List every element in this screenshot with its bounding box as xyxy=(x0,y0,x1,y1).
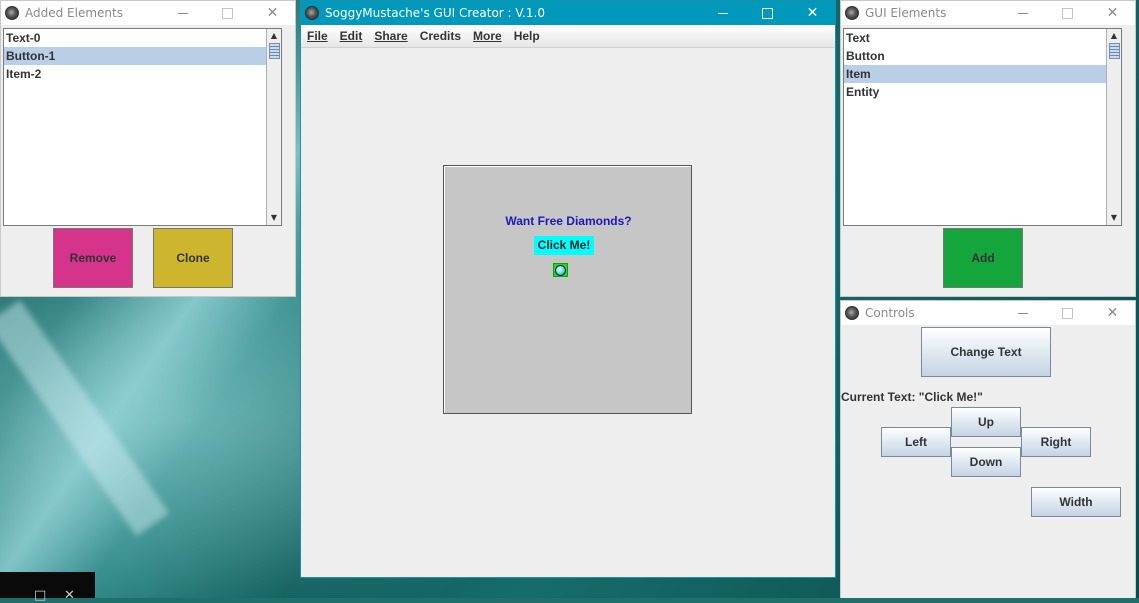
close-icon: ✕ xyxy=(64,588,75,603)
maximize-button[interactable] xyxy=(745,1,790,25)
vertical-scrollbar[interactable]: ▲ ▼ xyxy=(1106,29,1121,225)
list-item[interactable]: Text-0 xyxy=(4,29,281,47)
close-button[interactable]: ✕ xyxy=(790,1,835,25)
current-text-label: Current Text: "Click Me!" xyxy=(841,390,983,404)
main-window: SoggyMustache's GUI Creator : V.1.0 ✕ Fi… xyxy=(300,0,836,578)
width-button[interactable]: Width xyxy=(1031,487,1121,517)
right-button[interactable]: Right xyxy=(1021,427,1091,457)
gui-elements-window: GUI Elements ✕ Text Button Item Entity ▲… xyxy=(840,0,1136,297)
gui-preview-canvas[interactable]: Want Free Diamonds? Click Me! xyxy=(443,165,692,414)
scroll-up-icon[interactable]: ▲ xyxy=(267,29,281,43)
added-elements-titlebar[interactable]: Added Elements ✕ xyxy=(1,1,295,25)
change-text-button[interactable]: Change Text xyxy=(921,327,1051,377)
vertical-scrollbar[interactable]: ▲ ▼ xyxy=(266,29,281,225)
maximize-button[interactable] xyxy=(1045,1,1090,25)
remove-button[interactable]: Remove xyxy=(53,228,133,288)
menu-bar: File Edit Share Credits More Help xyxy=(301,25,835,48)
taskbar-fragment: □ ✕ xyxy=(0,572,95,603)
list-item[interactable]: Entity xyxy=(844,83,1121,101)
up-button[interactable]: Up xyxy=(951,407,1021,437)
app-icon xyxy=(845,306,859,320)
scroll-down-icon[interactable]: ▼ xyxy=(1107,211,1121,225)
app-icon xyxy=(845,6,859,20)
preview-item-slot[interactable] xyxy=(553,263,568,277)
menu-file[interactable]: File xyxy=(301,29,334,43)
window-title: GUI Elements xyxy=(865,6,947,20)
add-button[interactable]: Add xyxy=(943,228,1023,288)
window-title: SoggyMustache's GUI Creator : V.1.0 xyxy=(325,6,545,20)
minimize-button[interactable] xyxy=(160,1,205,25)
list-item[interactable]: Item-2 xyxy=(4,65,281,83)
wallpaper-highlight xyxy=(0,300,170,536)
gui-elements-list[interactable]: Text Button Item Entity ▲ ▼ xyxy=(843,28,1122,226)
menu-credits[interactable]: Credits xyxy=(414,29,467,43)
window-title: Controls xyxy=(865,306,915,320)
preview-heading-text[interactable]: Want Free Diamonds? xyxy=(444,214,693,228)
gui-elements-titlebar[interactable]: GUI Elements ✕ xyxy=(841,1,1135,25)
maximize-button[interactable] xyxy=(1045,301,1090,325)
list-item[interactable]: Button xyxy=(844,47,1121,65)
scroll-up-icon[interactable]: ▲ xyxy=(1107,29,1121,43)
window-title: Added Elements xyxy=(25,6,123,20)
list-item[interactable]: Text xyxy=(844,29,1121,47)
scroll-thumb[interactable] xyxy=(269,43,280,59)
minimize-button[interactable] xyxy=(700,1,745,25)
down-button[interactable]: Down xyxy=(951,447,1021,477)
menu-help[interactable]: Help xyxy=(508,29,546,43)
app-icon xyxy=(5,6,19,20)
scroll-thumb[interactable] xyxy=(1109,43,1120,59)
menu-edit[interactable]: Edit xyxy=(334,29,369,43)
app-icon xyxy=(305,6,319,20)
close-button[interactable]: ✕ xyxy=(250,1,295,25)
close-button[interactable]: ✕ xyxy=(1090,301,1135,325)
added-elements-window: Added Elements ✕ Text-0 Button-1 Item-2 … xyxy=(0,0,296,297)
square-icon: □ xyxy=(34,588,47,603)
close-button[interactable]: ✕ xyxy=(1090,1,1135,25)
minimize-button[interactable] xyxy=(1000,301,1045,325)
preview-button[interactable]: Click Me! xyxy=(534,236,594,255)
controls-window: Controls ✕ Change Text Current Text: "Cl… xyxy=(840,300,1136,598)
diamond-icon xyxy=(555,264,566,276)
scroll-down-icon[interactable]: ▼ xyxy=(267,211,281,225)
main-titlebar[interactable]: SoggyMustache's GUI Creator : V.1.0 ✕ xyxy=(301,1,835,25)
minimize-button[interactable] xyxy=(1000,1,1045,25)
added-elements-list[interactable]: Text-0 Button-1 Item-2 ▲ ▼ xyxy=(3,28,282,226)
left-button[interactable]: Left xyxy=(881,427,951,457)
controls-titlebar[interactable]: Controls ✕ xyxy=(841,301,1135,325)
list-item[interactable]: Item xyxy=(844,65,1121,83)
clone-button[interactable]: Clone xyxy=(153,228,233,288)
maximize-button[interactable] xyxy=(205,1,250,25)
list-item[interactable]: Button-1 xyxy=(4,47,281,65)
menu-more[interactable]: More xyxy=(467,29,508,43)
menu-share[interactable]: Share xyxy=(368,29,413,43)
